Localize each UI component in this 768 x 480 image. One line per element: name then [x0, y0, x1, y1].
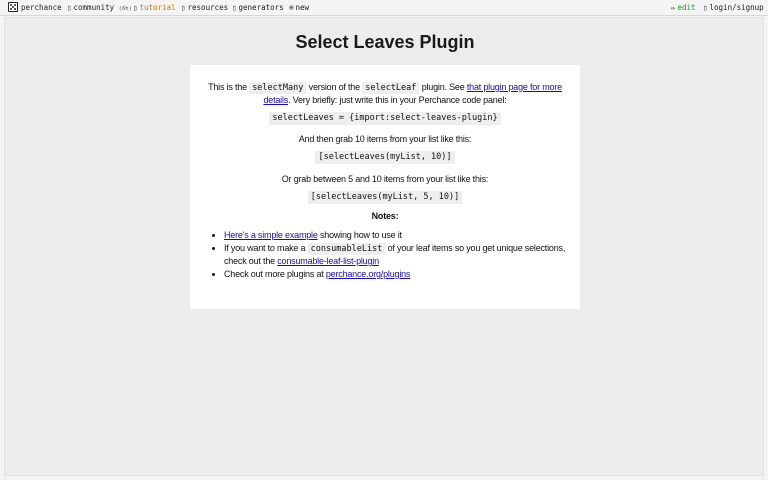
tutorial-label: tutorial	[139, 3, 176, 12]
notes-list: Here's a simple example showing how to u…	[198, 229, 572, 280]
code-selectleaf: selectLeaf	[362, 82, 420, 94]
edit-label: edit	[677, 3, 696, 12]
user-icon: ▯	[703, 3, 708, 12]
dice-logo-icon[interactable]	[8, 2, 18, 12]
pencil-icon: ✏	[671, 3, 676, 12]
between-code-block: [selectLeaves(myList, 5, 10)]	[198, 190, 572, 204]
tutorial-link[interactable]: ▯ tutorial	[133, 4, 176, 12]
resources-link[interactable]: ▯ resources	[181, 4, 228, 12]
plugins-link[interactable]: perchance.org/plugins	[326, 269, 411, 279]
import-code: selectLeaves = {import:select-leaves-plu…	[269, 112, 501, 125]
new-link[interactable]: ⊕ new	[289, 4, 309, 12]
between-code: [selectLeaves(myList, 5, 10)]	[307, 191, 463, 204]
list-item: Check out more plugins at perchance.org/…	[224, 268, 572, 280]
brand-link[interactable]: perchance	[21, 4, 62, 12]
intro-prefix: This is the	[208, 82, 250, 92]
note2-prefix: If you want to make a	[224, 243, 308, 253]
community-icon: ▯	[67, 3, 72, 12]
grab-code-block: [selectLeaves(myList, 10)]	[198, 150, 572, 164]
import-code-block: selectLeaves = {import:select-leaves-plu…	[198, 111, 572, 125]
note1-text: showing how to use it	[317, 230, 402, 240]
community-count: (6h)	[118, 6, 132, 12]
list-item: Here's a simple example showing how to u…	[224, 229, 572, 241]
intro-suffix: plugin. See	[419, 82, 467, 92]
plus-circle-icon: ⊕	[289, 3, 294, 12]
between-paragraph: Or grab between 5 and 10 items from your…	[281, 174, 489, 184]
intro-end: . Very briefly: just write this in your …	[288, 95, 507, 105]
grab-code: [selectLeaves(myList, 10)]	[315, 151, 455, 164]
generators-label: generators	[238, 3, 284, 12]
login-label: login/signup	[709, 3, 764, 12]
note3-prefix: Check out more plugins at	[224, 269, 326, 279]
tutorial-icon: ▯	[133, 3, 138, 12]
consumable-plugin-link[interactable]: consumable-leaf-list-plugin	[277, 256, 379, 266]
new-label: new	[295, 3, 310, 12]
code-selectmany: selectMany	[249, 82, 307, 94]
title-text: Select Leaves Plugin	[295, 32, 475, 52]
community-label: community	[73, 3, 115, 12]
community-link[interactable]: ▯ community (6h)	[67, 4, 132, 13]
top-nav-bar: perchance ▯ community (6h) ▯ tutorial ▯ res…	[0, 0, 768, 16]
login-link[interactable]: ▯ login/signup	[703, 4, 764, 12]
generators-link[interactable]: ▯ generators	[232, 4, 284, 12]
intro-mid: version of the	[306, 82, 363, 92]
list-item: If you want to make a consumableList of …	[224, 242, 572, 267]
output-frame: Select Leaves Plugin This is the selectM…	[4, 17, 764, 476]
notes-heading: Notes:	[371, 211, 399, 221]
code-consumablelist: consumableList	[307, 243, 386, 255]
simple-example-link[interactable]: Here's a simple example	[224, 230, 318, 240]
resources-icon: ▯	[181, 3, 186, 12]
grab-paragraph: And then grab 10 items from your list li…	[298, 134, 472, 144]
generators-icon: ▯	[232, 3, 237, 12]
intro-paragraph: This is the selectMany version of the se…	[198, 81, 572, 106]
resources-label: resources	[187, 3, 229, 12]
page-title: Select Leaves Plugin	[5, 32, 765, 53]
edit-link[interactable]: ✏ edit	[671, 4, 696, 12]
content-panel: This is the selectMany version of the se…	[190, 65, 580, 309]
